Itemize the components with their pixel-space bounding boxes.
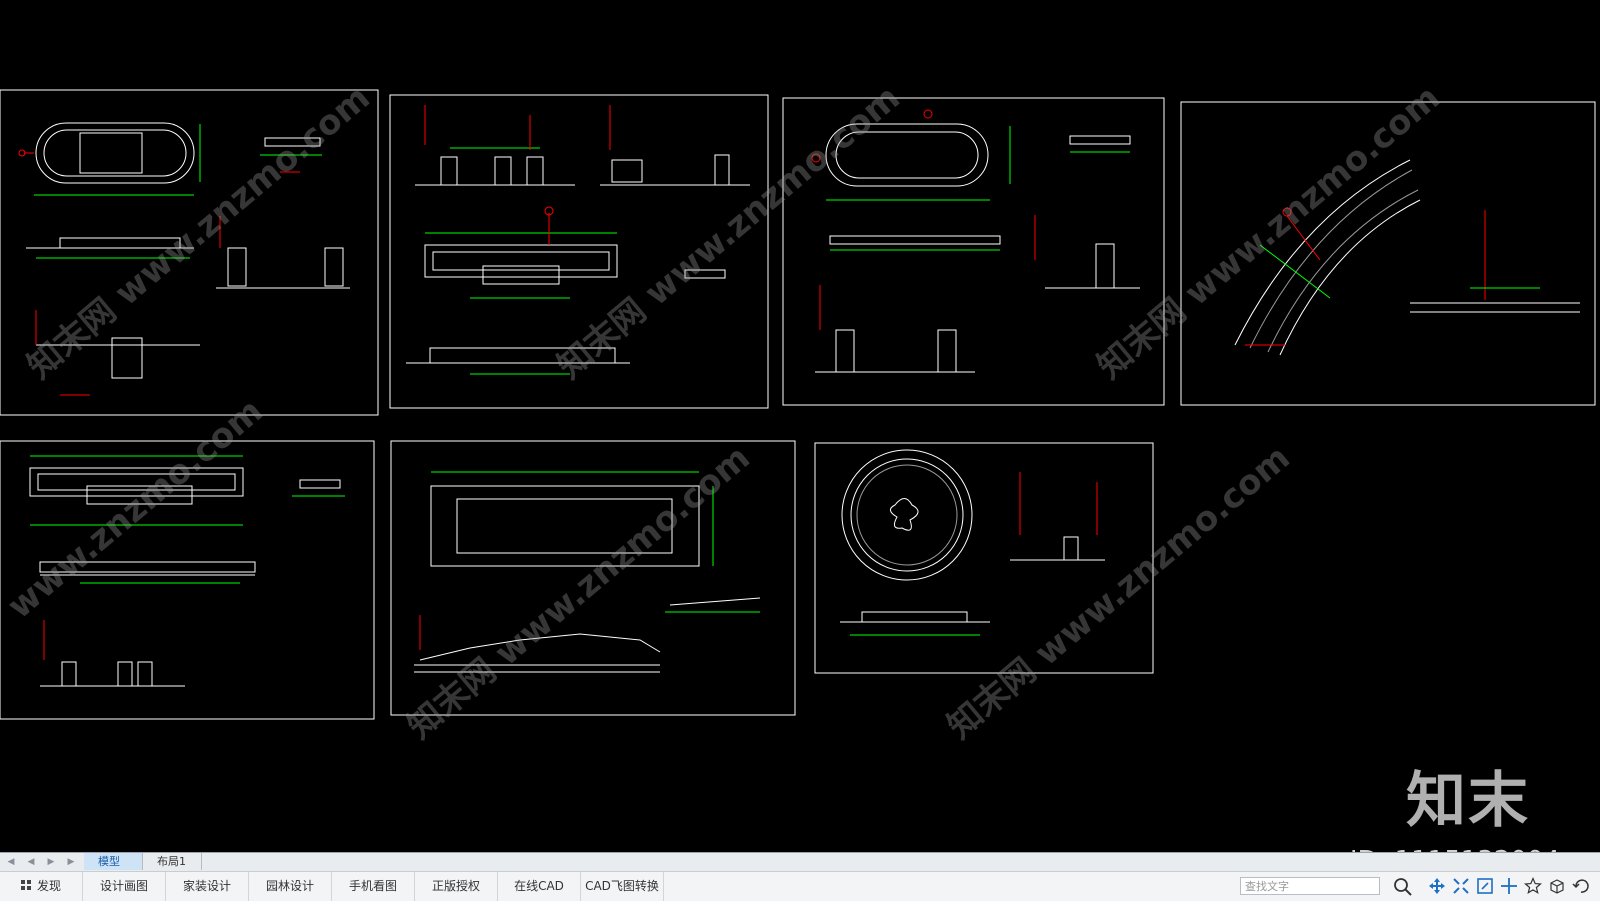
watermark-brand: 知末 [1406, 766, 1530, 836]
search-icon[interactable] [1392, 876, 1414, 898]
drawing-sheet-7 [814, 442, 1154, 674]
toolbar-item-license[interactable]: 正版授权 [415, 872, 498, 901]
watermark-site-6: 知末网 www.znzmo.com [940, 438, 1298, 747]
pan-icon[interactable] [1428, 877, 1446, 895]
toolbar-item-online-cad[interactable]: 在线CAD [498, 872, 581, 901]
last-tab-arrow-icon[interactable]: ▶ [64, 855, 78, 869]
toolbar-item-home-design[interactable]: 家装设计 [166, 872, 249, 901]
next-tab-arrow-icon[interactable]: ▶ [44, 855, 58, 869]
prev-tab-arrow-icon[interactable]: ◀ [24, 855, 38, 869]
crosshair-icon[interactable] [1500, 877, 1518, 895]
search-input[interactable]: 查找文字 [1240, 877, 1380, 895]
cad-model-space[interactable]: 知末网 www.znzmo.com 知末网 www.znzmo.com 知末网 … [0, 0, 1600, 852]
undo-icon[interactable] [1572, 877, 1590, 895]
toolbar-item-cad-convert[interactable]: CAD飞图转换 [581, 872, 664, 901]
zoom-window-icon[interactable] [1476, 877, 1494, 895]
watermark-site-1: 知末网 www.znzmo.com [20, 78, 378, 387]
toolbar-item-design-drawing[interactable]: 设计画图 [83, 872, 166, 901]
3d-view-icon[interactable] [1548, 877, 1566, 895]
zoom-extents-icon[interactable] [1452, 877, 1470, 895]
toolbar-item-mobile-view[interactable]: 手机看图 [332, 872, 415, 901]
watermark-site-4: www.znzmo.com [0, 391, 270, 627]
toolbar-item-garden-design[interactable]: 园林设计 [249, 872, 332, 901]
watermark-site-3: 知末网 www.znzmo.com [1090, 78, 1448, 387]
first-tab-arrow-icon[interactable]: ◀ [4, 855, 18, 869]
discover-label: 发现 [36, 879, 61, 893]
layout-tab-bar: ◀ ◀ ▶ ▶ 模型 布局1 [0, 852, 1600, 871]
discover-button[interactable]: 发现 [0, 872, 83, 901]
grid-icon [20, 880, 31, 890]
tab-model[interactable]: 模型 [84, 853, 143, 870]
bottom-toolbar: 发现 设计画图 家装设计 园林设计 手机看图 正版授权 在线CAD CAD飞图转… [0, 871, 1600, 901]
star-icon[interactable] [1524, 877, 1542, 895]
watermark-site-5: 知末网 www.znzmo.com [400, 438, 758, 747]
tab-layout1[interactable]: 布局1 [143, 853, 202, 870]
